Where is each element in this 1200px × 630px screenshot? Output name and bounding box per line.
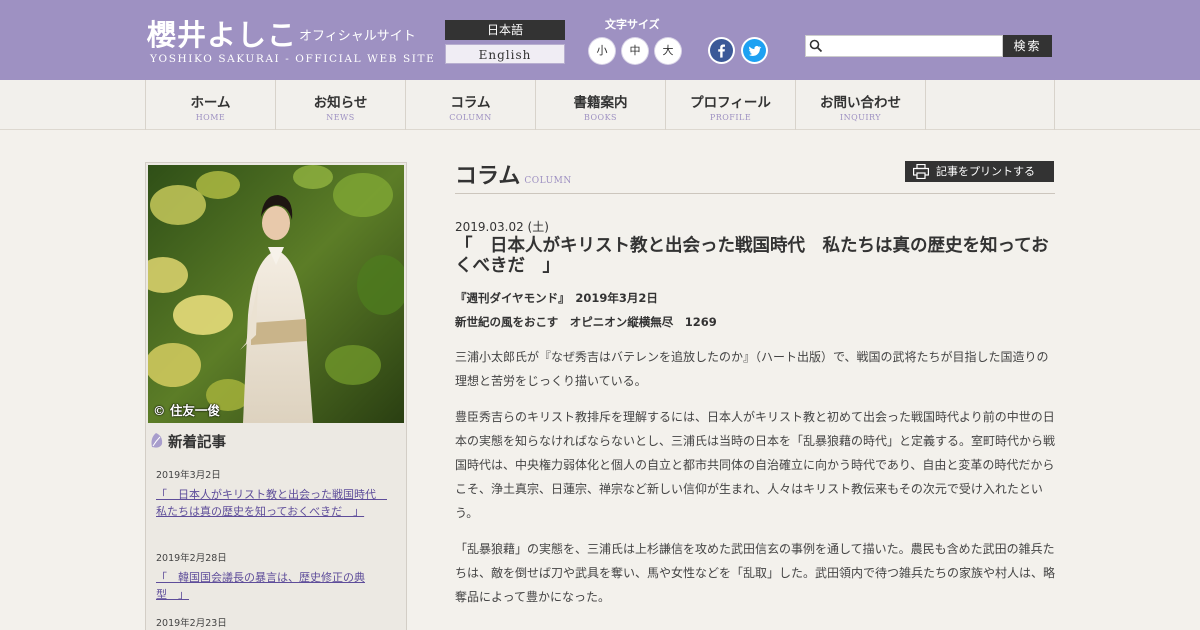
new-articles-heading-text: 新着記事 [168, 434, 226, 451]
article-title: 「 日本人がキリスト教と出会った戦国時代 私たちは真の歴史を知っておくべきだ 」 [455, 236, 1049, 277]
twitter-icon [743, 39, 766, 62]
section-title-en: COLUMN [524, 176, 572, 186]
lang-japanese-button[interactable]: 日本語 [445, 20, 565, 40]
nav-label-en: INQUIRY [839, 113, 882, 122]
news-date: 2019年2月28日 [156, 553, 227, 564]
list-item: 2019年3月2日 「 日本人がキリスト教と出会った戦国時代 私たちは真の歴史を… [156, 467, 388, 520]
sidebar: © 住友一俊 新着記事 2019年3月2日 「 日本人がキリスト教と出会った戦国… [145, 162, 407, 630]
nav-item-inquiry[interactable]: お問い合わせ INQUIRY [796, 80, 926, 130]
news-date: 2019年2月23日 [156, 618, 227, 629]
section-title-text: コラム [455, 163, 521, 189]
divider [455, 193, 1055, 194]
font-size-label: 文字サイズ [605, 18, 660, 31]
nav-item-news[interactable]: お知らせ NEWS [276, 80, 406, 130]
site-logo-english: YOSHIKO SAKURAI - OFFICIAL WEB SITE [150, 53, 436, 65]
article-paragraph: 豊臣秀吉らのキリスト教排斥を理解するには、日本人がキリスト教と初めて出会った戦国… [455, 410, 1056, 520]
search-button[interactable]: 検索 [1003, 35, 1052, 57]
article-paragraph: 「乱暴狼藉」の実態を、三浦氏は上杉謙信を攻めた武田信玄の事例を通して描いた。農民… [455, 542, 1056, 604]
article-series: 新世紀の風をおこす オピニオン縦横無尽 1269 [455, 315, 717, 329]
printer-icon [913, 164, 929, 179]
main-navigation: ホーム HOME お知らせ NEWS コラム COLUMN 書籍案内 BOOKS… [0, 80, 1200, 130]
nav-label: お問い合わせ [820, 95, 901, 111]
nav-item-home[interactable]: ホーム HOME [146, 80, 276, 130]
nav-label-en: COLUMN [449, 113, 492, 122]
photo-credit: © 住友一俊 [153, 403, 220, 418]
leaf-icon [151, 433, 163, 448]
site-logo-subtitle: オフィシャルサイト [299, 29, 416, 44]
profile-photo: © 住友一俊 [148, 165, 404, 423]
font-size-large-button[interactable]: 大 [655, 38, 681, 64]
search-icon [809, 39, 823, 53]
site-logo[interactable]: 櫻井よしこ [147, 12, 297, 54]
search-input[interactable] [826, 38, 996, 58]
section-title: コラム COLUMN [455, 158, 572, 190]
nav-list: ホーム HOME お知らせ NEWS コラム COLUMN 書籍案内 BOOKS… [145, 80, 1055, 130]
nav-item-column[interactable]: コラム COLUMN [406, 80, 536, 130]
font-size-medium-button[interactable]: 中 [622, 38, 648, 64]
site-header: 櫻井よしこ オフィシャルサイト YOSHIKO SAKURAI - OFFICI… [0, 0, 1200, 80]
nav-item-profile[interactable]: プロフィール PROFILE [666, 80, 796, 130]
nav-label-en: HOME [195, 113, 226, 122]
font-size-small-button[interactable]: 小 [589, 38, 615, 64]
article-source: 『週刊ダイヤモンド』 2019年3月2日 [455, 291, 658, 305]
print-article-label: 記事をプリントする [936, 165, 1035, 178]
news-date: 2019年3月2日 [156, 470, 221, 481]
nav-label: コラム [450, 95, 491, 111]
nav-label: 書籍案内 [573, 95, 628, 111]
twitter-button[interactable] [741, 37, 768, 64]
print-article-button[interactable]: 記事をプリントする [905, 161, 1054, 182]
list-item: 2019年2月23日 [156, 615, 388, 630]
nav-label: プロフィール [690, 95, 771, 111]
lang-english-button[interactable]: English [445, 44, 565, 64]
article-paragraph: 三浦小太郎氏が『なぜ秀吉はバテレンを追放したのか』（ハート出版）で、戦国の武将た… [455, 350, 1049, 388]
news-link[interactable]: 「 日本人がキリスト教と出会った戦国時代 私たちは真の歴史を知っておくべきだ 」 [156, 486, 388, 520]
article-date: 2019.03.02 (土) [455, 220, 549, 234]
nav-item-books[interactable]: 書籍案内 BOOKS [536, 80, 666, 130]
search-field-wrapper [805, 35, 1003, 58]
nav-label-en: PROFILE [709, 113, 752, 122]
news-link[interactable]: 「 韓国国会議長の暴言は、歴史修正の典型 」 [156, 569, 388, 603]
list-item: 2019年2月28日 「 韓国国会議長の暴言は、歴史修正の典型 」 [156, 550, 388, 603]
facebook-icon [710, 39, 733, 62]
nav-label-en: BOOKS [583, 113, 618, 122]
facebook-button[interactable] [708, 37, 735, 64]
nav-label-en: NEWS [326, 113, 355, 122]
profile-photo-illustration [148, 165, 404, 423]
nav-label: ホーム [190, 95, 231, 111]
nav-label: お知らせ [313, 95, 368, 111]
new-articles-heading: 新着記事 [150, 431, 226, 452]
